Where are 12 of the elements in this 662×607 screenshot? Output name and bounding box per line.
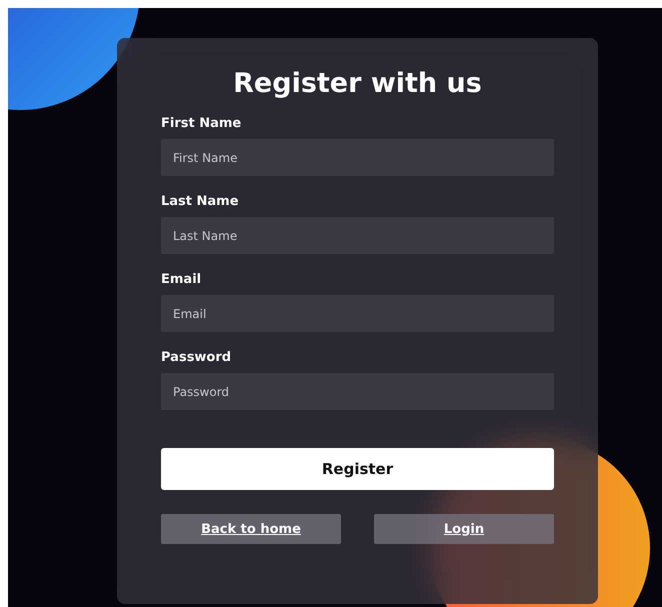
link-button[interactable]: Back to home xyxy=(161,514,341,544)
register-button[interactable]: Register xyxy=(161,448,554,490)
link-button[interactable]: Login xyxy=(374,514,554,544)
field-label: Password xyxy=(161,350,232,365)
input-field[interactable]: Last Name xyxy=(161,217,554,254)
form-title: Register with us xyxy=(232,68,483,99)
field-label: Last Name xyxy=(161,194,240,209)
input-field[interactable]: Email xyxy=(161,295,554,332)
field-label: Email xyxy=(161,272,202,287)
input-field[interactable]: First Name xyxy=(161,139,554,176)
field-label: First Name xyxy=(161,116,242,131)
input-field[interactable]: Password xyxy=(161,373,554,410)
